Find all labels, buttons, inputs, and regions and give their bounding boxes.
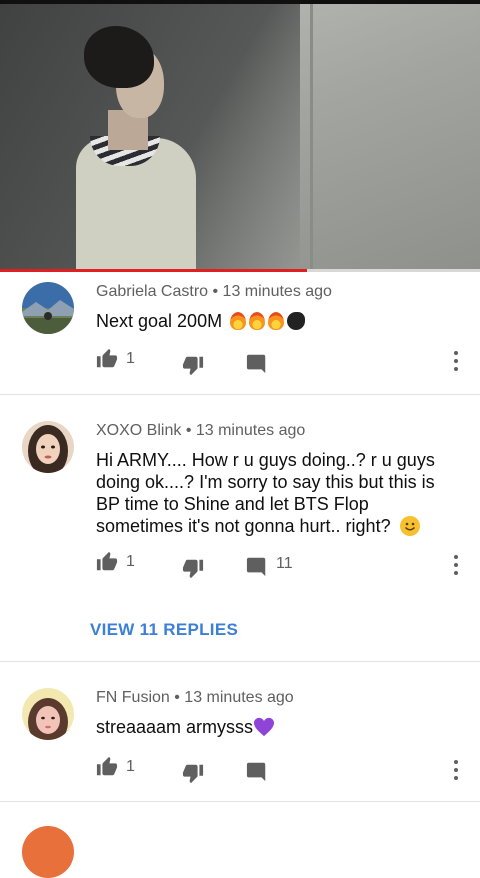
reply-icon [246,762,266,782]
avatar[interactable] [22,282,74,334]
comment-body: streaaaam armysss [96,717,254,737]
like-count: 1 [126,553,135,570]
comment-author[interactable]: Gabriela Castro [96,283,208,300]
comment-time: 13 minutes ago [222,283,332,300]
comment-meta: FN Fusion • 13 minutes ago [96,689,294,707]
thumbs-up-icon [96,756,118,776]
like-button[interactable]: 1 [96,551,135,573]
thumbs-down-icon [182,559,204,579]
avatar[interactable] [22,826,74,878]
like-count: 1 [126,758,135,775]
comment: FN Fusion • 13 minutes ago streaaaam arm… [0,662,480,802]
comment-meta: Gabriela Castro • 13 minutes ago [96,283,332,301]
fire-emoji [249,312,266,330]
more-vert-icon[interactable] [446,553,466,577]
reply-button[interactable] [246,348,268,374]
reply-count: 11 [276,555,293,572]
view-replies-link[interactable]: VIEW 11 REPLIES [90,620,238,640]
fire-emoji [268,312,285,330]
meta-separator: • [212,283,223,300]
video-frame-wall-seam [310,0,313,272]
avatar[interactable] [22,688,74,740]
comment-text: Hi ARMY.... How r u guys doing..? r u gu… [96,449,456,537]
reply-button[interactable]: 11 [246,551,293,577]
dislike-button[interactable] [182,551,204,579]
meta-separator: • [174,689,185,706]
more-vert-icon[interactable] [446,758,466,782]
reply-icon [246,354,266,374]
video-player[interactable] [0,0,480,272]
thumbs-up-icon [96,551,118,571]
thumbs-down-icon [182,764,204,784]
status-bar [0,0,480,4]
like-count: 1 [126,350,135,367]
comment-time: 13 minutes ago [184,689,294,706]
fire-emoji [230,312,247,330]
reply-button[interactable] [246,756,268,782]
avatar[interactable] [22,421,74,473]
purple-heart-emoji [254,717,275,737]
comment: Gabriela Castro • 13 minutes ago Next go… [0,272,480,394]
comment-author[interactable]: FN Fusion [96,689,170,706]
dislike-button[interactable] [182,348,204,376]
comment-author[interactable]: XOXO Blink [96,422,181,439]
like-button[interactable]: 1 [96,348,135,370]
dislike-button[interactable] [182,756,204,784]
reply-icon [246,557,266,577]
comment: XOXO Blink • 13 minutes ago Hi ARMY.... … [0,395,480,661]
comment-body: Hi ARMY.... How r u guys doing..? r u gu… [96,450,435,536]
smile-emoji [399,516,420,536]
thumbs-down-icon [182,356,204,376]
meta-separator: • [185,422,196,439]
comment-time: 13 minutes ago [195,422,306,439]
comment-meta: XOXO Blink • 13 minutes ago [96,422,305,440]
comment-text: Next goal 200M [96,310,456,332]
comment-body: Next goal 200M [96,311,223,331]
more-vert-icon[interactable] [446,349,466,373]
divider [0,801,480,802]
comment-text: streaaaam armysss [96,716,456,738]
speaking-head-emoji [287,312,306,330]
video-frame-person [60,20,200,272]
thumbs-up-icon [96,348,118,368]
like-button[interactable]: 1 [96,756,135,778]
